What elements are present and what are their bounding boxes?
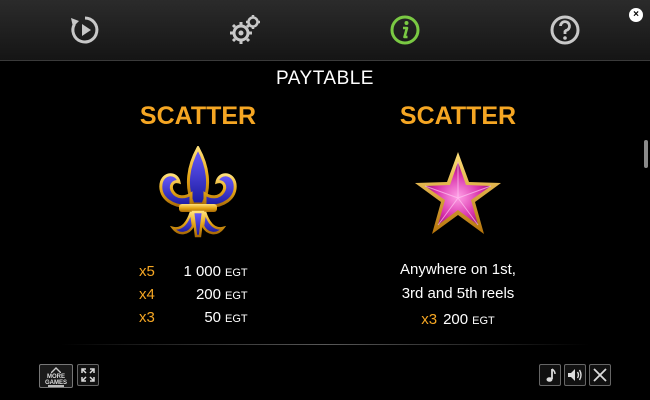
- replay-icon[interactable]: [68, 13, 102, 47]
- scrollbar-thumb[interactable]: [644, 140, 648, 168]
- payout-list: x5 1 000 EGT x4 200 EGT x3 50 EGT: [78, 260, 318, 329]
- top-toolbar: [0, 0, 650, 61]
- multiplier: x3: [421, 311, 438, 328]
- rule-line: Anywhere on 1st,: [400, 261, 516, 278]
- music-button[interactable]: [539, 364, 561, 386]
- fullscreen-icon: [81, 368, 95, 382]
- bottom-divider: [60, 344, 590, 345]
- rule-line: 3rd and 5th reels: [401, 285, 515, 302]
- more-games-bar: [48, 385, 64, 387]
- window-close-button[interactable]: ×: [629, 8, 643, 22]
- sound-button[interactable]: [564, 364, 586, 386]
- symbol-title: SCATTER: [139, 102, 257, 130]
- scatter-rule-text: Anywhere on 1st, 3rd and 5th reels: [338, 258, 578, 306]
- payout-row: x5 1 000 EGT: [78, 260, 318, 283]
- fleur-de-lis-icon: [153, 146, 243, 242]
- more-games-button[interactable]: MORE GAMES: [39, 364, 73, 388]
- info-icon[interactable]: [388, 13, 422, 47]
- multiplier: x5: [139, 263, 155, 280]
- payout-row: x3 200 EGT: [338, 308, 578, 331]
- multiplier: x4: [139, 286, 155, 303]
- payout-amount: 200: [443, 311, 469, 328]
- scatter-fleur-panel: SCATTER x5 1 000 EGT x4 200 EGT x3 50 EG…: [78, 100, 318, 329]
- pink-star-icon: [413, 146, 503, 242]
- fullscreen-button[interactable]: [77, 364, 99, 386]
- payout-amount: 1 000: [183, 263, 221, 280]
- payout-row: x3 50 EGT: [78, 306, 318, 329]
- close-icon: [593, 368, 607, 382]
- payout-amount: 200: [195, 286, 221, 303]
- payout-row: x4 200 EGT: [78, 283, 318, 306]
- help-icon[interactable]: [548, 13, 582, 47]
- exit-button[interactable]: [589, 364, 611, 386]
- scatter-star-panel: SCATTER Anywhere on 1st, 3rd and 5th ree…: [338, 100, 578, 331]
- payout-amount: 50: [204, 309, 221, 326]
- currency: EGT: [225, 290, 248, 302]
- symbol-title: SCATTER: [399, 102, 517, 130]
- sound-icon: [568, 369, 582, 381]
- more-games-icon: [51, 367, 61, 373]
- currency: EGT: [225, 313, 248, 325]
- currency: EGT: [472, 315, 495, 327]
- multiplier: x3: [139, 309, 155, 326]
- currency: EGT: [225, 267, 248, 279]
- page-title: PAYTABLE: [276, 68, 374, 89]
- settings-gears-icon[interactable]: [228, 13, 262, 47]
- music-icon: [546, 368, 556, 382]
